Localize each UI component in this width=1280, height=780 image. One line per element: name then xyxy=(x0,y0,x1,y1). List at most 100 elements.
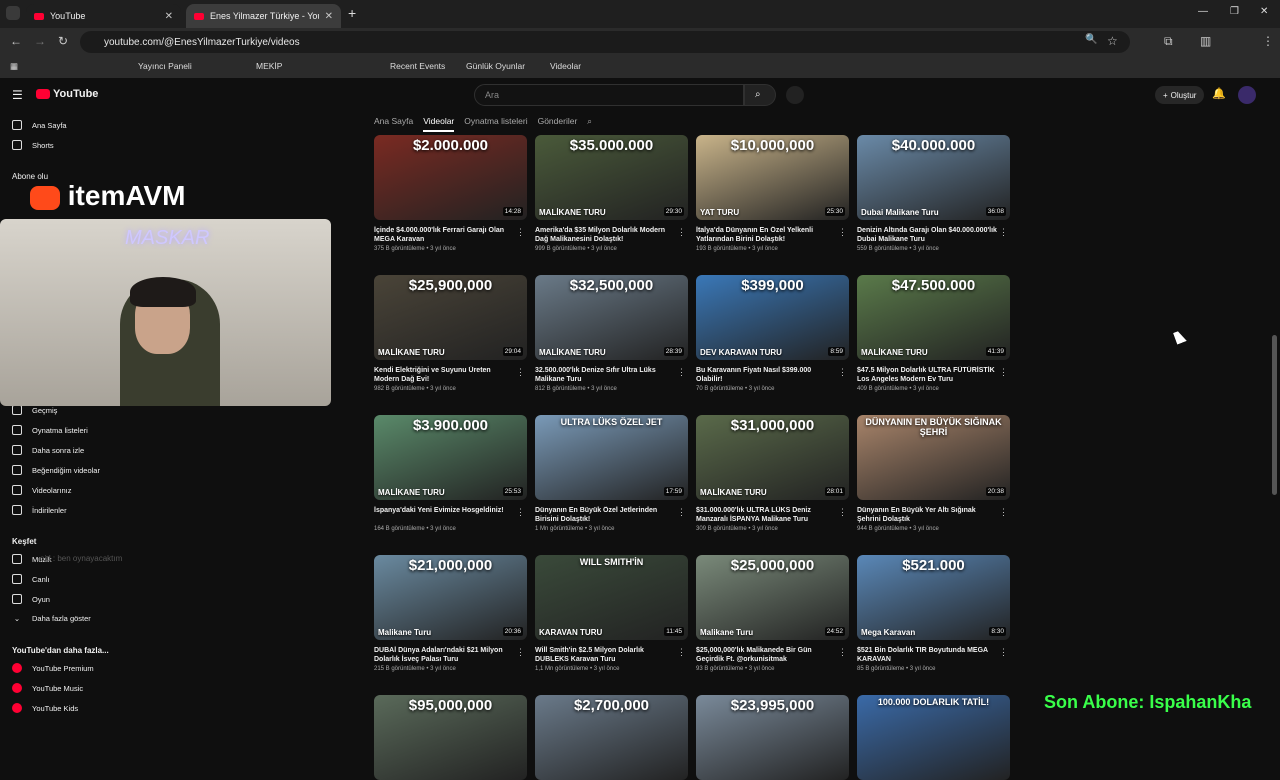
video-card[interactable]: 100.000 DOLARLIK TATİL! xyxy=(857,695,1010,780)
reload-icon[interactable]: ↻ xyxy=(58,34,68,48)
video-card[interactable]: $32,500,000 MALİKANE TURU 28:39 32.500.000'… xyxy=(535,275,688,392)
video-title[interactable]: Kendi Elektriğini ve Suyunu Üreten Moder… xyxy=(374,366,514,384)
video-title[interactable]: $25,000,000'lık Malikanede Bir Gün Geçir… xyxy=(696,646,836,664)
video-title[interactable]: DUBAİ Dünya Adaları'ndaki $21 Milyon Dol… xyxy=(374,646,514,664)
more-options-icon[interactable]: ⋮ xyxy=(999,367,1008,378)
bookmark-item[interactable]: Günlük Oyunlar xyxy=(466,61,525,71)
more-options-icon[interactable]: ⋮ xyxy=(677,507,686,518)
tab-posts[interactable]: Gönderiler xyxy=(538,116,578,132)
video-title[interactable]: Dünyanın En Büyük Özel Jetlerinden Biris… xyxy=(535,506,675,524)
channel-search-icon[interactable]: ⌕ xyxy=(587,116,592,132)
video-thumbnail[interactable]: ULTRA LÜKS ÖZEL JET 17:59 xyxy=(535,415,688,500)
tab-list-icon[interactable] xyxy=(6,6,20,20)
video-thumbnail[interactable]: $31,000,000 MALİKANE TURU 28:01 xyxy=(696,415,849,500)
avatar[interactable] xyxy=(1238,86,1256,104)
hamburger-icon[interactable]: ☰ xyxy=(12,88,23,102)
video-card[interactable]: $2,700,000 xyxy=(535,695,688,780)
sidebar-item-home[interactable]: Ana Sayfa xyxy=(12,120,67,130)
sidebar-item-gaming[interactable]: Oyun xyxy=(12,594,50,604)
forward-icon[interactable]: → xyxy=(34,34,46,48)
video-card[interactable]: $3.900.000 MALİKANE TURU 25:53 İspanya'daki… xyxy=(374,415,527,532)
restore-icon[interactable]: ❐ xyxy=(1230,6,1239,17)
video-card[interactable]: $399,000 DEV KARAVAN TURU 8:59 Bu Karavanın… xyxy=(696,275,849,392)
video-thumbnail[interactable]: 100.000 DOLARLIK TATİL! xyxy=(857,695,1010,780)
video-title[interactable]: $521 Bin Dolarlık TIR Boyutunda MEGA KAR… xyxy=(857,646,997,664)
close-icon[interactable]: ✕ xyxy=(165,11,173,22)
bookmark-item[interactable]: Yayıncı Paneli xyxy=(138,61,192,71)
sidebar-item-history[interactable]: Geçmiş xyxy=(12,405,57,415)
sidebar-item-your-videos[interactable]: Videolarınız xyxy=(12,485,71,495)
more-options-icon[interactable]: ⋮ xyxy=(838,227,847,238)
tab-home[interactable]: Ana Sayfa xyxy=(374,116,413,132)
apps-icon[interactable]: ▦ xyxy=(10,61,18,72)
more-options-icon[interactable]: ⋮ xyxy=(999,507,1008,518)
video-card[interactable]: $25,900,000 MALİKANE TURU 29:04 Kendi Elekt… xyxy=(374,275,527,392)
video-card[interactable]: $2.000.000 14:28 İçinde $4.000.000'lık Fer… xyxy=(374,135,527,252)
video-card[interactable]: $35.000.000 MALİKANE TURU 29:30 Amerika'da … xyxy=(535,135,688,252)
video-thumbnail[interactable]: $23,995,000 xyxy=(696,695,849,780)
sidebar-item-liked[interactable]: Beğendiğim videolar xyxy=(12,465,100,475)
sidebar-item-show-more[interactable]: ⌄ Daha fazla göster xyxy=(12,614,91,623)
video-title[interactable]: İtalya'da Dünyanın En Özel Yelkenli Yatl… xyxy=(696,226,836,244)
search-button[interactable]: ⌕ xyxy=(744,84,776,106)
video-thumbnail[interactable]: $10,000,000 YAT TURU 25:30 xyxy=(696,135,849,220)
video-thumbnail[interactable]: $3.900.000 MALİKANE TURU 25:53 xyxy=(374,415,527,500)
video-card[interactable]: ULTRA LÜKS ÖZEL JET 17:59 Dünyanın En Büyü… xyxy=(535,415,688,532)
video-thumbnail[interactable]: $47.500.000 MALİKANE TURU 41:39 xyxy=(857,275,1010,360)
back-icon[interactable]: ← xyxy=(10,34,22,48)
more-options-icon[interactable]: ⋮ xyxy=(516,647,525,658)
create-button[interactable]: + Oluştur xyxy=(1155,86,1205,104)
video-card[interactable]: WILL SMITH'İN KARAVAN TURU 11:45 Will Smith… xyxy=(535,555,688,672)
zoom-icon[interactable]: 🔍 xyxy=(1085,34,1097,45)
video-thumbnail[interactable]: $2,700,000 xyxy=(535,695,688,780)
star-icon[interactable]: ☆ xyxy=(1107,34,1118,48)
video-card[interactable]: $47.500.000 MALİKANE TURU 41:39 $47.5 Milyo… xyxy=(857,275,1010,392)
video-title[interactable]: 32.500.000'lık Denize Sıfır Ultra Lüks M… xyxy=(535,366,675,384)
video-title[interactable]: $31.000.000'lık ULTRA LÜKS Deniz Manzara… xyxy=(696,506,836,524)
more-options-icon[interactable]: ⋮ xyxy=(999,647,1008,658)
more-options-icon[interactable]: ⋮ xyxy=(516,367,525,378)
video-title[interactable]: İçinde $4.000.000'lık Ferrari Garajı Ola… xyxy=(374,226,514,244)
scrollbar[interactable] xyxy=(1272,335,1277,495)
video-title[interactable]: Amerika'da $35 Milyon Dolarlık Modern Da… xyxy=(535,226,675,244)
sidebar-item-music-app[interactable]: YouTube Music xyxy=(12,683,83,693)
sidebar-item-watch-later[interactable]: Daha sonra izle xyxy=(12,445,84,455)
video-thumbnail[interactable]: $40.000.000 Dubai Malikane Turu 36:08 xyxy=(857,135,1010,220)
video-thumbnail[interactable]: $35.000.000 MALİKANE TURU 29:30 xyxy=(535,135,688,220)
new-tab-icon[interactable]: + xyxy=(348,5,356,21)
bell-icon[interactable]: 🔔 xyxy=(1212,87,1226,100)
video-title[interactable]: Denizin Altında Garajı Olan $40.000.000'… xyxy=(857,226,997,244)
video-card[interactable]: $10,000,000 YAT TURU 25:30 İtalya'da Dünyan… xyxy=(696,135,849,252)
tab-youtube[interactable]: YouTube ✕ xyxy=(26,4,181,28)
video-title[interactable]: İspanya'daki Yeni Evimize Hosgeldiniz! xyxy=(374,506,514,524)
window-close-icon[interactable]: ✕ xyxy=(1260,6,1268,17)
video-title[interactable]: Will Smith'in $2.5 Milyon Dolarlık DUBLE… xyxy=(535,646,675,664)
more-options-icon[interactable]: ⋮ xyxy=(677,647,686,658)
more-options-icon[interactable]: ⋮ xyxy=(999,227,1008,238)
more-options-icon[interactable]: ⋮ xyxy=(838,507,847,518)
tab-playlists[interactable]: Oynatma listeleri xyxy=(464,116,527,132)
sidebar-item-premium[interactable]: YouTube Premium xyxy=(12,663,94,673)
mic-icon[interactable] xyxy=(786,86,804,104)
video-thumbnail[interactable]: WILL SMITH'İN KARAVAN TURU 11:45 xyxy=(535,555,688,640)
video-card[interactable]: $25,000,000 Malikane Turu 24:52 $25,000,000… xyxy=(696,555,849,672)
extensions-icon[interactable]: ⧉ xyxy=(1164,34,1173,49)
search-input[interactable]: Ara xyxy=(474,84,744,106)
video-thumbnail[interactable]: $95,000,000 xyxy=(374,695,527,780)
menu-icon[interactable]: ⋮ xyxy=(1262,34,1274,48)
sidebar-item-downloads[interactable]: İndirilenler xyxy=(12,505,67,515)
tab-channel[interactable]: Enes Yilmazer Türkiye - YouTub ✕ xyxy=(186,4,341,28)
bookmark-item[interactable]: Recent Events xyxy=(390,61,445,71)
sidebar-item-kids[interactable]: YouTube Kids xyxy=(12,703,78,713)
video-title[interactable]: $47.5 Milyon Dolarlık ULTRA FÜTÜRİSTİK L… xyxy=(857,366,997,384)
close-icon[interactable]: ✕ xyxy=(325,11,333,22)
video-card[interactable]: $31,000,000 MALİKANE TURU 28:01 $31.000.000… xyxy=(696,415,849,532)
more-options-icon[interactable]: ⋮ xyxy=(516,227,525,238)
video-card[interactable]: DÜNYANIN EN BÜYÜK SIĞINAK ŞEHRİ 20:38 Düny… xyxy=(857,415,1010,532)
more-options-icon[interactable]: ⋮ xyxy=(516,507,525,518)
video-card[interactable]: $23,995,000 xyxy=(696,695,849,780)
sidepanel-icon[interactable]: ▥ xyxy=(1200,34,1211,48)
sidebar-item-live[interactable]: Canlı xyxy=(12,574,50,584)
sidebar-item-playlists[interactable]: Oynatma listeleri xyxy=(12,425,88,435)
video-card[interactable]: $521.000 Mega Karavan 8:30 $521 Bin Dolarlı… xyxy=(857,555,1010,672)
